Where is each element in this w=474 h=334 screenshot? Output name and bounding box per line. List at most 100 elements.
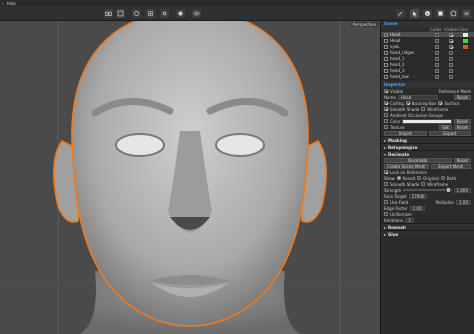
palette-icon[interactable] xyxy=(449,9,458,18)
list-icon[interactable] xyxy=(462,9,471,18)
layers-icon[interactable] xyxy=(436,9,445,18)
culler-checkbox[interactable] xyxy=(435,68,439,73)
color-checkbox[interactable] xyxy=(384,119,388,123)
rotate-icon[interactable] xyxy=(132,9,141,18)
wireframe-checkbox[interactable] xyxy=(421,107,426,111)
culler-checkbox[interactable] xyxy=(435,32,439,37)
face-target-field[interactable]: 27946 xyxy=(408,193,428,199)
color-reset-button[interactable]: Reset xyxy=(453,118,471,124)
section-retopologize[interactable]: Retopologize xyxy=(381,143,474,150)
visibility-icon[interactable] xyxy=(176,9,185,18)
color-swatch[interactable] xyxy=(463,69,468,73)
expand-icon[interactable] xyxy=(384,44,388,49)
color-swatch[interactable] xyxy=(463,75,468,79)
color-swatch[interactable] xyxy=(463,57,468,61)
expand-icon[interactable] xyxy=(384,62,388,67)
culler-checkbox[interactable] xyxy=(435,38,439,43)
texture-reset-button[interactable]: Reset xyxy=(453,124,471,130)
section-glue[interactable]: Glue xyxy=(381,230,474,237)
show-both-radio[interactable] xyxy=(440,176,445,180)
create-scene-mesh-button[interactable]: Create Scene Mesh xyxy=(384,163,429,169)
culler-checkbox[interactable] xyxy=(435,62,439,67)
left-eye xyxy=(115,133,165,157)
lock-reference-checkbox[interactable] xyxy=(384,170,388,174)
settings-icon[interactable] xyxy=(160,9,169,18)
decimate-button[interactable]: Decimate xyxy=(384,157,452,163)
strength-field[interactable]: 1.000 xyxy=(453,187,471,193)
expand-icon[interactable] xyxy=(384,56,388,61)
color-swatch[interactable] xyxy=(463,51,468,55)
section-decimate[interactable]: Decimate xyxy=(381,150,474,157)
expand-icon[interactable] xyxy=(384,32,388,37)
visible-checkbox[interactable] xyxy=(449,68,453,73)
visible-checkbox[interactable] xyxy=(449,32,453,37)
head-model xyxy=(0,21,380,334)
export-mesh-button[interactable]: Export Mesh xyxy=(430,163,471,169)
show-original-radio[interactable] xyxy=(417,176,422,180)
texture-checkbox[interactable] xyxy=(384,125,388,129)
expand-icon[interactable] xyxy=(384,50,388,55)
visible-checkbox[interactable] xyxy=(449,74,453,79)
visible-checkbox[interactable] xyxy=(384,89,388,93)
color-row: Color Reset xyxy=(381,118,474,124)
decimate-reset-button[interactable]: Reset xyxy=(453,157,471,163)
ao-groups-checkbox[interactable] xyxy=(384,113,388,117)
expand-icon[interactable] xyxy=(384,38,388,43)
expand-icon[interactable] xyxy=(384,68,388,73)
color-swatch[interactable] xyxy=(462,44,468,49)
color-swatch[interactable] xyxy=(462,32,468,37)
culling-checkbox[interactable] xyxy=(384,101,388,105)
smooth-shade-checkbox[interactable] xyxy=(384,107,388,111)
dec-smooth-shade-checkbox[interactable] xyxy=(384,182,388,186)
menu-help[interactable]: Help xyxy=(7,1,16,6)
grid-icon[interactable] xyxy=(146,9,155,18)
info-icon[interactable] xyxy=(423,9,432,18)
expand-icon[interactable] xyxy=(384,74,388,79)
uniformize-checkbox[interactable] xyxy=(384,212,388,216)
visible-checkbox[interactable] xyxy=(449,44,453,49)
visible-checkbox[interactable] xyxy=(449,56,453,61)
eye-icon[interactable] xyxy=(192,9,201,18)
scene-item[interactable]: head_low xyxy=(381,74,474,80)
visible-checkbox[interactable] xyxy=(449,62,453,67)
name-field[interactable]: Head xyxy=(397,94,438,100)
color-swatch[interactable] xyxy=(402,118,452,124)
surface-checkbox[interactable] xyxy=(438,101,443,105)
strength-label: Strength xyxy=(384,187,402,193)
column-culler: Culler xyxy=(430,27,442,32)
right-eye xyxy=(215,133,265,157)
use-field-checkbox[interactable] xyxy=(384,200,388,204)
iterations-field[interactable]: 3 xyxy=(405,217,414,223)
set-button[interactable]: Set xyxy=(439,124,452,130)
visible-checkbox[interactable] xyxy=(449,38,453,43)
visible-checkbox[interactable] xyxy=(449,50,453,55)
section-masking[interactable]: Masking xyxy=(381,136,474,143)
multiplier-field[interactable]: 1.00 xyxy=(456,199,471,205)
scene-item-name: head_1 xyxy=(390,56,405,61)
scene-item-name: head_3 xyxy=(390,68,405,73)
section-remesh[interactable]: Remesh xyxy=(381,223,474,230)
viewport-label[interactable]: Perspective xyxy=(350,22,378,27)
import-button[interactable]: Import xyxy=(384,130,427,136)
culler-checkbox[interactable] xyxy=(435,74,439,79)
3d-viewport[interactable]: Perspective xyxy=(0,21,380,334)
scene-list: Head Head eyeL head_ridges head_1 head_2 head_… xyxy=(381,32,474,80)
frame-icon[interactable] xyxy=(116,9,125,18)
culler-checkbox[interactable] xyxy=(435,56,439,61)
brush-icon[interactable] xyxy=(396,9,405,18)
strength-slider[interactable] xyxy=(403,188,452,192)
culler-checkbox[interactable] xyxy=(435,44,439,49)
culler-checkbox[interactable] xyxy=(435,50,439,55)
color-swatch[interactable] xyxy=(463,63,468,67)
edge-field[interactable]: 1.00 xyxy=(409,205,425,211)
show-result-radio[interactable] xyxy=(396,176,401,180)
iterations-label: Iterations xyxy=(384,217,404,223)
backing-box-checkbox[interactable] xyxy=(405,101,410,105)
camera-icon[interactable] xyxy=(104,9,113,18)
dec-wireframe-checkbox[interactable] xyxy=(421,182,426,186)
cursor-icon[interactable] xyxy=(410,9,419,18)
reset-button[interactable]: Reset xyxy=(453,94,471,100)
export-button[interactable]: Export xyxy=(428,130,471,136)
color-swatch[interactable] xyxy=(462,38,468,43)
back-icon[interactable]: ‹ xyxy=(2,1,4,6)
